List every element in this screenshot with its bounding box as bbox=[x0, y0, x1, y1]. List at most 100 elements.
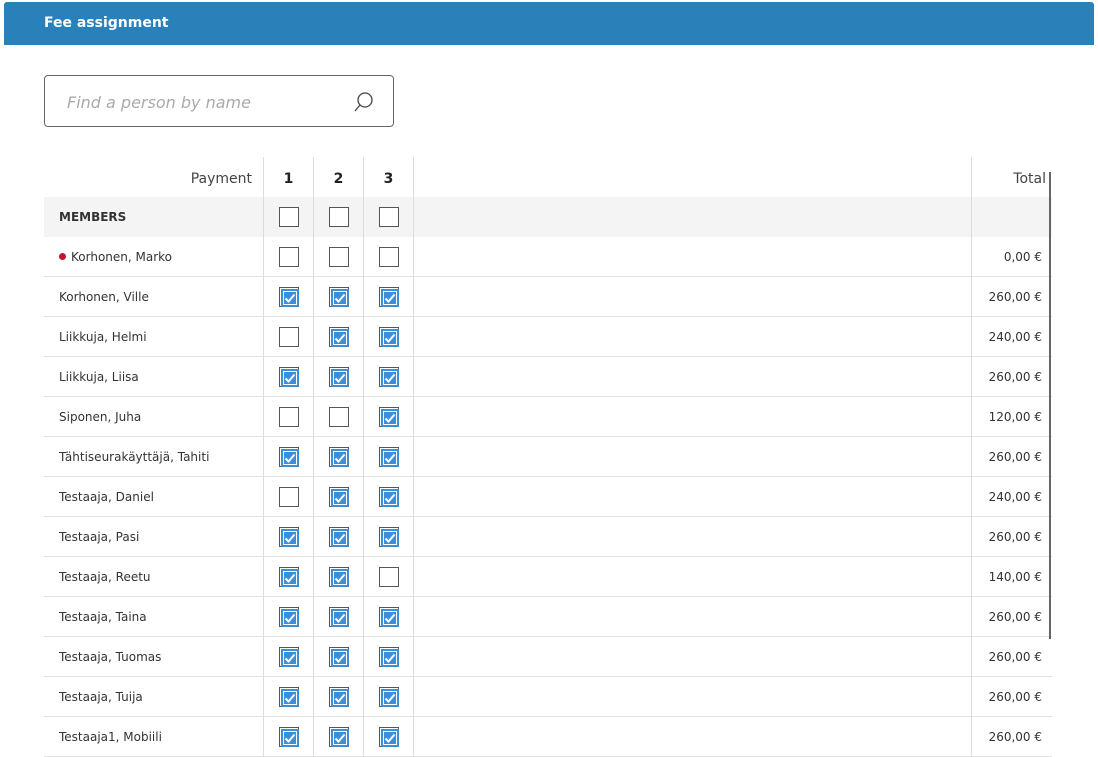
payment-checkbox-3[interactable] bbox=[379, 447, 399, 467]
check-icon bbox=[381, 609, 399, 627]
row-total: 260,00 € bbox=[971, 277, 1052, 316]
fee-table: Payment 1 2 3 Total MEMBERS Korhonen, Ma… bbox=[44, 157, 1052, 757]
payment-checkbox-1[interactable] bbox=[279, 247, 299, 267]
payment-checkbox-1[interactable] bbox=[279, 567, 299, 587]
payment-checkbox-2[interactable] bbox=[329, 487, 349, 507]
check-icon bbox=[281, 689, 299, 707]
table-row: Liikkuja, Liisa 260,00 € bbox=[44, 357, 1052, 397]
members-group-row: MEMBERS bbox=[44, 197, 1052, 237]
group-label: MEMBERS bbox=[59, 210, 127, 224]
payment-checkbox-3[interactable] bbox=[379, 367, 399, 387]
check-icon bbox=[331, 289, 349, 307]
member-name-label: Korhonen, Ville bbox=[59, 290, 149, 304]
table-row: Testaaja1, Mobiili 260,00 € bbox=[44, 717, 1052, 757]
payment-checkbox-3[interactable] bbox=[379, 607, 399, 627]
table-row: Testaaja, Tuomas 260,00 € bbox=[44, 637, 1052, 677]
check-icon bbox=[381, 289, 399, 307]
payment-column-2: 2 bbox=[313, 157, 363, 197]
row-total: 260,00 € bbox=[971, 437, 1052, 476]
search-icon[interactable] bbox=[353, 91, 375, 113]
payment-checkbox-2[interactable] bbox=[329, 527, 349, 547]
payment-checkbox-1[interactable] bbox=[279, 447, 299, 467]
payment-checkbox-2[interactable] bbox=[329, 327, 349, 347]
check-icon bbox=[331, 729, 349, 747]
check-icon bbox=[281, 609, 299, 627]
member-name-label: Testaaja, Tuija bbox=[59, 690, 143, 704]
payment-checkbox-2[interactable] bbox=[329, 647, 349, 667]
member-name: Korhonen, Marko bbox=[44, 237, 264, 276]
payment-checkbox-2[interactable] bbox=[329, 567, 349, 587]
status-dot-icon bbox=[59, 253, 66, 260]
member-name: Testaaja, Pasi bbox=[44, 517, 264, 556]
check-icon bbox=[281, 289, 299, 307]
payment-column-1: 1 bbox=[263, 157, 313, 197]
payment-checkbox-3[interactable] bbox=[379, 247, 399, 267]
group-checkbox-2[interactable] bbox=[329, 207, 349, 227]
payment-checkbox-2[interactable] bbox=[329, 287, 349, 307]
check-icon bbox=[381, 369, 399, 387]
group-checkbox-3[interactable] bbox=[379, 207, 399, 227]
check-icon bbox=[381, 409, 399, 427]
payment-checkbox-3[interactable] bbox=[379, 407, 399, 427]
payment-checkbox-1[interactable] bbox=[279, 687, 299, 707]
member-name: Siponen, Juha bbox=[44, 397, 264, 436]
row-total: 260,00 € bbox=[971, 517, 1052, 556]
member-name-label: Tähtiseurakäyttäjä, Tahiti bbox=[59, 450, 210, 464]
search-input[interactable] bbox=[65, 90, 345, 114]
payment-checkbox-3[interactable] bbox=[379, 567, 399, 587]
search-box[interactable] bbox=[44, 75, 394, 127]
payment-checkbox-1[interactable] bbox=[279, 647, 299, 667]
payment-checkbox-2[interactable] bbox=[329, 367, 349, 387]
member-name-label: Testaaja, Tuomas bbox=[59, 650, 162, 664]
check-icon bbox=[381, 529, 399, 547]
payment-checkbox-1[interactable] bbox=[279, 287, 299, 307]
member-name: Liikkuja, Liisa bbox=[44, 357, 264, 396]
row-total: 240,00 € bbox=[971, 477, 1052, 516]
check-icon bbox=[381, 449, 399, 467]
payment-checkbox-3[interactable] bbox=[379, 287, 399, 307]
payment-checkbox-2[interactable] bbox=[329, 727, 349, 747]
check-icon bbox=[281, 569, 299, 587]
member-name: Testaaja, Reetu bbox=[44, 557, 264, 596]
scrollbar[interactable] bbox=[1049, 172, 1051, 639]
row-total: 140,00 € bbox=[971, 557, 1052, 596]
member-name-label: Testaaja, Taina bbox=[59, 610, 147, 624]
payment-checkbox-1[interactable] bbox=[279, 407, 299, 427]
payment-checkbox-1[interactable] bbox=[279, 327, 299, 347]
payment-checkbox-2[interactable] bbox=[329, 407, 349, 427]
table-row: Testaaja, Daniel 240,00 € bbox=[44, 477, 1052, 517]
check-icon bbox=[281, 529, 299, 547]
payment-checkbox-3[interactable] bbox=[379, 487, 399, 507]
payment-checkbox-3[interactable] bbox=[379, 647, 399, 667]
payment-checkbox-3[interactable] bbox=[379, 327, 399, 347]
payment-checkbox-1[interactable] bbox=[279, 527, 299, 547]
table-row: Tähtiseurakäyttäjä, Tahiti 260,00 € bbox=[44, 437, 1052, 477]
payment-checkbox-3[interactable] bbox=[379, 727, 399, 747]
row-total: 240,00 € bbox=[971, 317, 1052, 356]
check-icon bbox=[381, 649, 399, 667]
row-total: 260,00 € bbox=[971, 637, 1052, 676]
table-row: Korhonen, Marko 0,00 € bbox=[44, 237, 1052, 277]
payment-checkbox-2[interactable] bbox=[329, 447, 349, 467]
table-row: Korhonen, Ville 260,00 € bbox=[44, 277, 1052, 317]
payment-checkbox-2[interactable] bbox=[329, 687, 349, 707]
payment-checkbox-1[interactable] bbox=[279, 607, 299, 627]
member-name: Testaaja, Taina bbox=[44, 597, 264, 636]
member-name-label: Liikkuja, Helmi bbox=[59, 330, 147, 344]
check-icon bbox=[331, 649, 349, 667]
check-icon bbox=[331, 529, 349, 547]
payment-checkbox-1[interactable] bbox=[279, 727, 299, 747]
panel-title: Fee assignment bbox=[4, 2, 1094, 45]
payment-checkbox-3[interactable] bbox=[379, 527, 399, 547]
payment-checkbox-2[interactable] bbox=[329, 607, 349, 627]
check-icon bbox=[331, 609, 349, 627]
payment-column-3: 3 bbox=[363, 157, 413, 197]
payment-checkbox-1[interactable] bbox=[279, 487, 299, 507]
table-row: Testaaja, Pasi 260,00 € bbox=[44, 517, 1052, 557]
member-name: Liikkuja, Helmi bbox=[44, 317, 264, 356]
group-checkbox-1[interactable] bbox=[279, 207, 299, 227]
check-icon bbox=[381, 729, 399, 747]
payment-checkbox-1[interactable] bbox=[279, 367, 299, 387]
payment-checkbox-3[interactable] bbox=[379, 687, 399, 707]
payment-checkbox-2[interactable] bbox=[329, 247, 349, 267]
